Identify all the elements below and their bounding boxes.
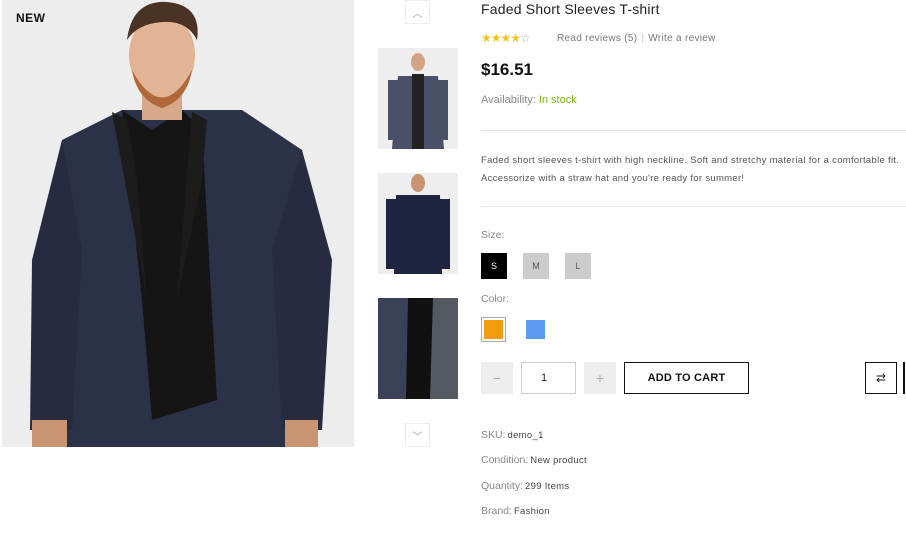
wishlist-button-edge[interactable] [903,362,905,394]
sku-label: SKU: [481,429,506,441]
brand-row: Brand: Fashion [481,505,550,517]
thumbnail-image [378,298,458,399]
size-option-s[interactable]: S [481,253,507,279]
read-reviews-link[interactable]: Read reviews (5) [557,33,637,44]
availability-label: Availability: [481,94,536,106]
thumbnail-1[interactable] [378,48,458,149]
divider [481,206,906,207]
product-price: $16.51 [481,60,533,79]
compare-button[interactable]: ⇄ [865,362,897,394]
product-description: Faded short sleeves t-shirt with high ne… [481,152,906,188]
thumbnail-3[interactable] [378,298,458,399]
sku-row: SKU: demo_1 [481,429,544,441]
chevron-down-icon: ﹀ [412,431,423,443]
star-empty-icon: ☆ [520,31,531,45]
sku-value: demo_1 [507,430,544,441]
model-illustration [2,0,354,447]
quantity-row: Quantity: 299 Items [481,480,569,492]
star-icon: ★ [481,31,492,45]
star-icon: ★ [490,31,502,45]
availability-value: In stock [538,94,577,106]
thumbnail-2[interactable] [378,173,458,274]
availability: Availability: In stock [481,94,577,106]
review-links: Read reviews (5) | Write a review [557,33,716,44]
description-line: Faded short sleeves t-shirt with high ne… [481,155,900,166]
thumbnails-down-button[interactable]: ﹀ [405,423,430,447]
thumbnail-image [378,173,458,274]
color-option-orange[interactable] [481,317,506,342]
thumbnail-image [378,48,458,149]
brand-label: Brand: [481,505,512,517]
size-option-l[interactable]: L [565,253,591,279]
new-badge: NEW [16,11,46,25]
condition-row: Condition: New product [481,454,587,466]
add-to-cart-button[interactable]: ADD TO CART [624,362,749,394]
size-option-m[interactable]: M [523,253,549,279]
rating-stars: ★★★★☆ [481,31,531,45]
condition-label: Condition: [481,454,529,466]
color-swatch [526,320,545,339]
thumbnails-up-button[interactable]: ︿ [405,0,430,24]
chevron-up-icon: ︿ [412,8,423,20]
quantity-label: Quantity: [481,480,524,492]
brand-value: Fashion [513,506,550,517]
star-icon: ★ [500,31,512,45]
quantity-value: 299 Items [525,481,570,492]
description-line: Accessorize with a straw hat and you're … [481,173,745,184]
main-product-image[interactable]: NEW [2,0,354,447]
product-title: Faded Short Sleeves T-shirt [481,1,660,17]
refresh-icon: ⇄ [875,371,887,385]
write-review-link[interactable]: Write a review [648,33,715,44]
condition-value: New product [530,455,587,466]
color-swatch [484,320,503,339]
quantity-decrease-button[interactable]: − [481,362,513,394]
color-option-blue[interactable] [523,317,548,342]
quantity-input[interactable] [521,362,576,394]
divider [481,130,906,131]
star-icon: ★ [510,31,521,45]
size-label: Size: [481,229,505,241]
color-label: Color: [481,293,510,305]
quantity-increase-button[interactable]: + [584,362,616,394]
